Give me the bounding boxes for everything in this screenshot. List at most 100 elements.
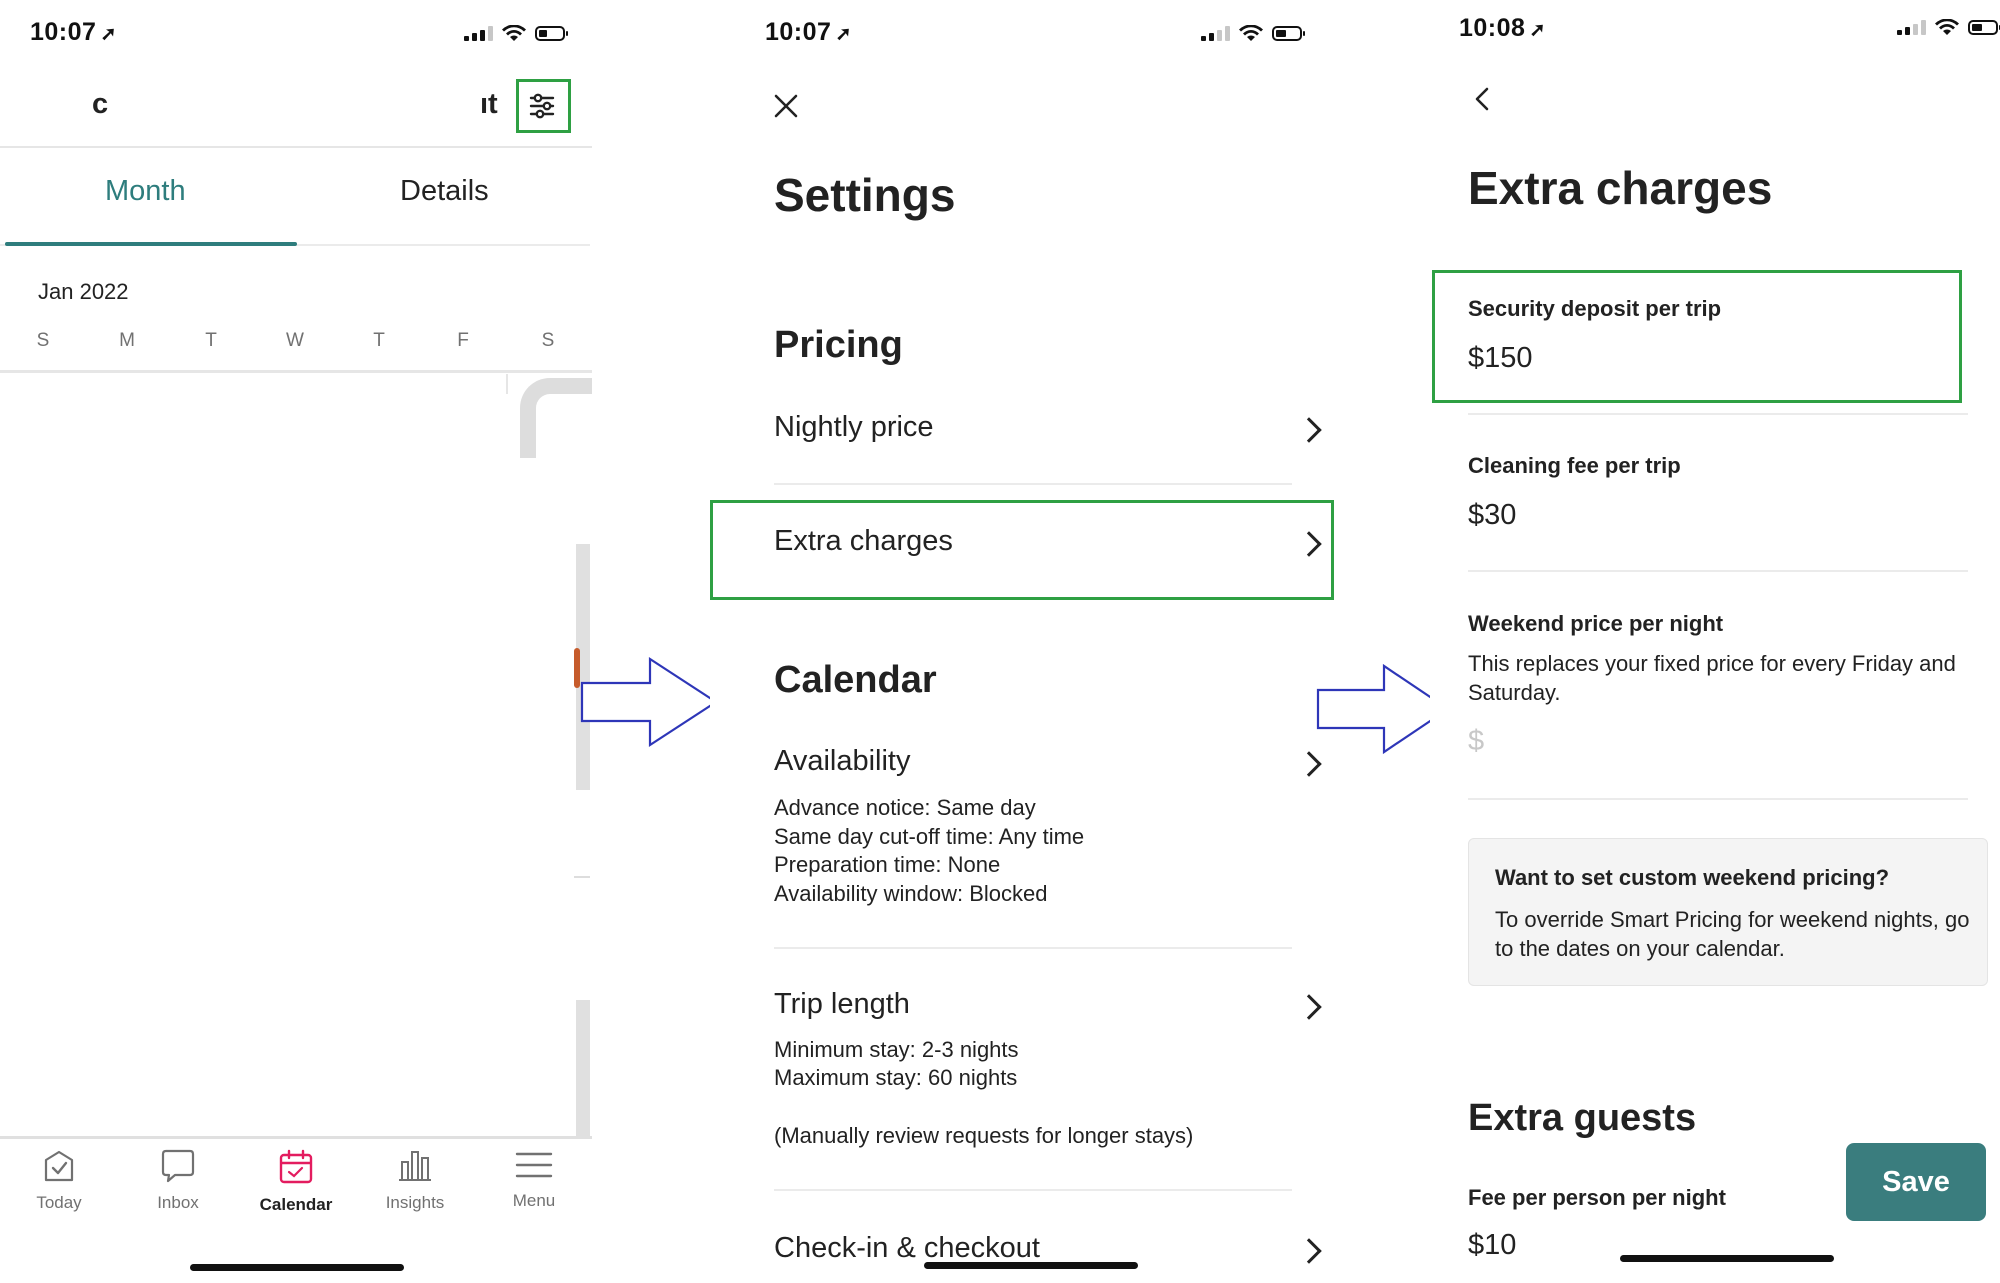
calendar-cell-partial [520, 378, 592, 458]
note-body: To override Smart Pricing for weekend ni… [1495, 907, 1970, 961]
month-label: Jan 2022 [38, 279, 129, 304]
field-value: $10 [1468, 1229, 1517, 1261]
wifi-icon [1935, 19, 1959, 35]
weekend-price-field[interactable]: Weekend price per night This replaces yo… [1468, 600, 1988, 760]
row-availability[interactable]: Availability Advance notice: Same day Sa… [774, 740, 1334, 920]
nav-menu[interactable]: Menu [484, 1148, 584, 1211]
location-arrow-icon: ➚ [1529, 20, 1546, 41]
battery-icon [535, 26, 568, 41]
availability-detail: Same day cut-off time: Any time [774, 824, 1085, 849]
field-value: $30 [1468, 499, 1517, 531]
location-arrow-icon: ➚ [100, 24, 117, 45]
nav-calendar-label: Calendar [259, 1195, 333, 1214]
location-arrow-icon: ➚ [835, 24, 852, 45]
nav-inbox[interactable]: Inbox [128, 1148, 228, 1213]
status-time: 10:07 ➚ [30, 18, 117, 46]
field-placeholder: $ [1468, 725, 1485, 757]
nav-insights-label: Insights [385, 1193, 445, 1212]
status-icons [1201, 25, 1305, 42]
weekday-mon: M [119, 330, 135, 351]
highlight-box-extra-charges [710, 500, 1334, 600]
row-label: Trip length [774, 988, 910, 1020]
chevron-right-icon [1296, 994, 1322, 1020]
today-check-icon [44, 1150, 74, 1182]
nav-inbox-label: Inbox [157, 1193, 199, 1212]
calendar-grid-line [506, 374, 508, 394]
tab-details[interactable]: Details [400, 175, 489, 208]
availability-detail: Advance notice: Same day [774, 795, 1036, 820]
save-button[interactable]: Save [1846, 1143, 1986, 1221]
section-pricing: Pricing [774, 324, 903, 366]
battery-icon [1968, 20, 2000, 35]
row-nightly-price[interactable]: Nightly price [774, 395, 1334, 465]
divider [774, 947, 1292, 949]
divider [1468, 798, 1968, 800]
row-label: Check-in & checkout [774, 1232, 1040, 1264]
flow-arrow-icon [580, 656, 719, 748]
trip-length-detail: Minimum stay: 2-3 nights [774, 1037, 1019, 1062]
extra-charges-screen: 10:08 ➚ Extra charges Security deposit pe… [1430, 0, 2000, 1283]
nav-calendar[interactable]: Calendar [246, 1148, 346, 1215]
field-label: Cleaning fee per trip [1468, 453, 1681, 478]
nav-insights[interactable]: Insights [365, 1148, 465, 1213]
hamburger-menu-icon [515, 1152, 553, 1178]
custom-weekend-note: Want to set custom weekend pricing? To o… [1468, 838, 1988, 986]
status-time: 10:08 ➚ [1459, 14, 1546, 42]
weekday-tue: T [205, 330, 217, 351]
signal-icon [464, 26, 493, 41]
battery-icon [1272, 26, 1305, 41]
calendar-icon [279, 1149, 313, 1184]
home-indicator [1620, 1255, 1834, 1262]
nav-today-label: Today [36, 1193, 82, 1212]
status-icons [464, 25, 568, 42]
field-label: Weekend price per night [1468, 611, 1724, 636]
row-label: Nightly price [774, 411, 934, 443]
settings-screen: 10:07 ➚ Settings Pricing Nightly price Ex… [710, 0, 1350, 1283]
wifi-icon [1239, 25, 1263, 41]
availability-detail: Preparation time: None [774, 852, 1001, 877]
signal-icon [1897, 20, 1926, 35]
back-chevron-icon[interactable] [1472, 86, 1494, 112]
field-description: This replaces your fixed price for every… [1468, 651, 1956, 705]
weekday-sun: S [36, 330, 50, 351]
section-calendar: Calendar [774, 659, 937, 701]
signal-icon [1201, 26, 1230, 41]
weekday-thu: T [373, 330, 385, 351]
divider [774, 483, 1292, 485]
home-indicator [924, 1262, 1138, 1269]
chevron-right-icon [1296, 417, 1322, 443]
calendar-cell-partial [576, 1000, 590, 1136]
row-trip-length[interactable]: Trip length Minimum stay: 2-3 nights Max… [774, 982, 1334, 1162]
row-checkin-checkout[interactable]: Check-in & checkout [774, 1222, 1334, 1282]
trip-length-detail: Maximum stay: 60 nights [774, 1065, 1018, 1090]
calendar-bottom-divider [0, 1136, 592, 1139]
cleaning-fee-field[interactable]: Cleaning fee per trip $30 [1468, 440, 1968, 540]
bar-chart-icon [399, 1151, 431, 1181]
row-label: Availability [774, 745, 911, 777]
header-divider [0, 146, 592, 148]
page-title: Extra charges [1468, 162, 1773, 214]
calendar-screen: 10:07 ➚ c ıt Month Details Jan 2022 S M T… [0, 0, 592, 1283]
nav-today[interactable]: Today [9, 1148, 109, 1213]
weekday-wed: W [286, 330, 304, 351]
note-title: Want to set custom weekend pricing? [1495, 865, 1890, 890]
section-extra-guests: Extra guests [1468, 1097, 1697, 1139]
divider [1468, 570, 1968, 572]
tab-month[interactable]: Month [105, 175, 186, 208]
wifi-icon [502, 25, 526, 41]
divider [1468, 413, 1968, 415]
chat-bubble-icon [161, 1149, 195, 1183]
header-fragment-right: ıt [480, 88, 498, 120]
weekday-fri: F [457, 330, 469, 351]
close-icon[interactable] [773, 93, 799, 119]
highlight-box-security-deposit [1432, 270, 1962, 403]
calendar-grid-line [574, 876, 590, 878]
calendar-header-divider [0, 370, 592, 373]
chevron-right-icon [1296, 1238, 1322, 1264]
home-indicator [190, 1264, 404, 1271]
tab-active-indicator [5, 242, 297, 246]
divider [774, 1189, 1292, 1191]
weekday-sat: S [541, 330, 555, 351]
status-time: 10:07 ➚ [765, 18, 852, 46]
page-title: Settings [774, 169, 956, 221]
